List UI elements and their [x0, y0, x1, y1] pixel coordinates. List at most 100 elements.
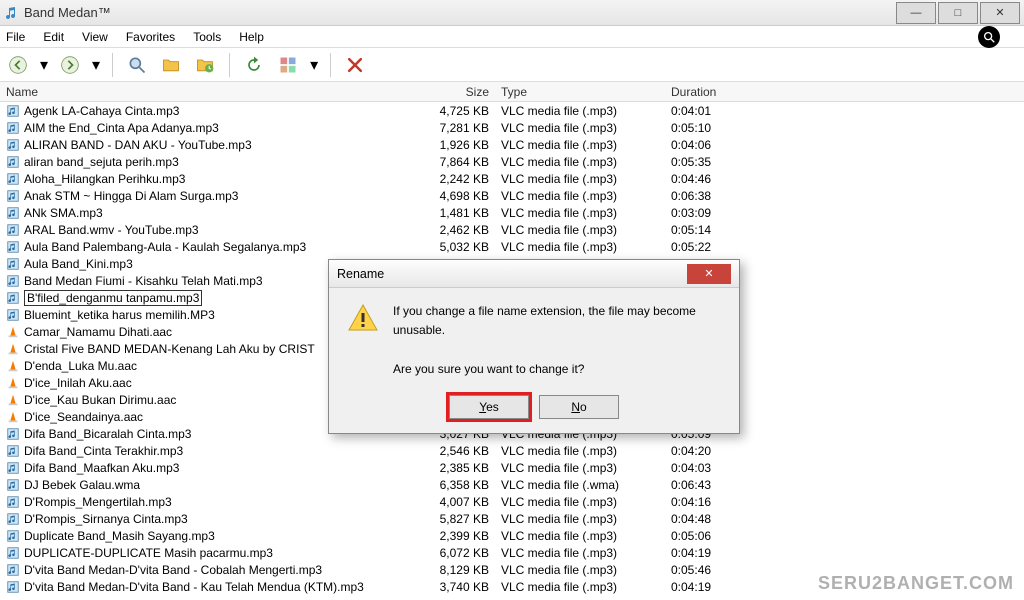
file-row[interactable]: DUPLICATE-DUPLICATE Masih pacarmu.mp36,0… [0, 544, 1024, 561]
vlc-cone-icon [6, 393, 20, 407]
vlc-cone-icon [6, 410, 20, 424]
file-duration: 0:04:03 [665, 461, 785, 475]
music-file-icon [6, 223, 20, 237]
col-name[interactable]: Name [0, 85, 420, 99]
file-duration: 0:04:01 [665, 104, 785, 118]
file-type: VLC media file (.mp3) [495, 223, 665, 237]
file-type: VLC media file (.mp3) [495, 172, 665, 186]
history-icon[interactable] [193, 53, 217, 77]
file-size: 2,242 KB [420, 172, 495, 186]
search-orb-icon[interactable] [978, 26, 1000, 48]
music-file-icon [6, 155, 20, 169]
file-name: Difa Band_Bicaralah Cinta.mp3 [24, 427, 191, 441]
file-name: Difa Band_Cinta Terakhir.mp3 [24, 444, 183, 458]
separator [229, 53, 230, 77]
file-row[interactable]: Aula Band Palembang-Aula - Kaulah Segala… [0, 238, 1024, 255]
separator [112, 53, 113, 77]
file-row[interactable]: ALIRAN BAND - DAN AKU - YouTube.mp31,926… [0, 136, 1024, 153]
file-size: 1,481 KB [420, 206, 495, 220]
file-name: aliran band_sejuta perih.mp3 [24, 155, 179, 169]
search-icon[interactable] [125, 53, 149, 77]
col-type[interactable]: Type [495, 85, 665, 99]
music-file-icon [6, 121, 20, 135]
file-size: 4,698 KB [420, 189, 495, 203]
no-button[interactable]: No [539, 395, 619, 419]
menu-file[interactable]: File [6, 30, 25, 44]
file-size: 7,864 KB [420, 155, 495, 169]
file-name: Band Medan Fiumi - Kisahku Telah Mati.mp… [24, 274, 263, 288]
dialog-close-button[interactable]: ✕ [687, 264, 731, 284]
menu-help[interactable]: Help [239, 30, 264, 44]
file-type: VLC media file (.wma) [495, 478, 665, 492]
vlc-cone-icon [6, 359, 20, 373]
file-row[interactable]: Duplicate Band_Masih Sayang.mp32,399 KBV… [0, 527, 1024, 544]
music-file-icon [6, 563, 20, 577]
forward-button[interactable] [58, 53, 82, 77]
music-file-icon [6, 206, 20, 220]
file-row[interactable]: D'Rompis_Mengertilah.mp34,007 KBVLC medi… [0, 493, 1024, 510]
file-row[interactable]: ANk SMA.mp31,481 KBVLC media file (.mp3)… [0, 204, 1024, 221]
delete-icon[interactable] [343, 53, 367, 77]
file-row[interactable]: DJ Bebek Galau.wma6,358 KBVLC media file… [0, 476, 1024, 493]
music-file-icon [6, 104, 20, 118]
vlc-cone-icon [6, 342, 20, 356]
file-duration: 0:05:06 [665, 529, 785, 543]
file-row[interactable]: Aloha_Hilangkan Perihku.mp32,242 KBVLC m… [0, 170, 1024, 187]
vlc-cone-icon [6, 376, 20, 390]
toolbar: ▾ ▾ ▾ [0, 48, 1024, 82]
menu-favorites[interactable]: Favorites [126, 30, 175, 44]
col-duration[interactable]: Duration [665, 85, 785, 99]
col-size[interactable]: Size [420, 85, 495, 99]
menubar: File Edit View Favorites Tools Help [0, 26, 1024, 48]
file-duration: 0:06:38 [665, 189, 785, 203]
file-type: VLC media file (.mp3) [495, 461, 665, 475]
file-size: 7,281 KB [420, 121, 495, 135]
file-duration: 0:05:10 [665, 121, 785, 135]
views-icon[interactable] [276, 53, 300, 77]
maximize-button[interactable] [938, 2, 978, 24]
file-size: 4,725 KB [420, 104, 495, 118]
file-row[interactable]: Difa Band_Maafkan Aku.mp32,385 KBVLC med… [0, 459, 1024, 476]
music-file-icon [6, 172, 20, 186]
file-type: VLC media file (.mp3) [495, 206, 665, 220]
back-button[interactable] [6, 53, 30, 77]
folders-icon[interactable] [159, 53, 183, 77]
dialog-titlebar[interactable]: Rename ✕ [329, 260, 739, 288]
file-row[interactable]: aliran band_sejuta perih.mp37,864 KBVLC … [0, 153, 1024, 170]
file-row[interactable]: Difa Band_Cinta Terakhir.mp32,546 KBVLC … [0, 442, 1024, 459]
file-type: VLC media file (.mp3) [495, 138, 665, 152]
music-file-icon [6, 546, 20, 560]
file-name: Cristal Five BAND MEDAN-Kenang Lah Aku b… [24, 342, 315, 356]
close-button[interactable] [980, 2, 1020, 24]
file-row[interactable]: AIM the End_Cinta Apa Adanya.mp37,281 KB… [0, 119, 1024, 136]
file-name: D'Rompis_Mengertilah.mp3 [24, 495, 172, 509]
menu-view[interactable]: View [82, 30, 108, 44]
yes-button[interactable]: Yes [449, 395, 529, 419]
file-duration: 0:04:19 [665, 546, 785, 560]
file-duration: 0:04:19 [665, 580, 785, 594]
dialog-line1: If you change a file name extension, the… [393, 302, 721, 340]
minimize-button[interactable] [896, 2, 936, 24]
rename-input[interactable]: B'filed_denganmu tanpamu.mp3 [24, 290, 202, 306]
file-name: D'Rompis_Sirnanya Cinta.mp3 [24, 512, 188, 526]
file-row[interactable]: ARAL Band.wmv - YouTube.mp32,462 KBVLC m… [0, 221, 1024, 238]
file-size: 3,740 KB [420, 580, 495, 594]
file-duration: 0:04:48 [665, 512, 785, 526]
file-type: VLC media file (.mp3) [495, 121, 665, 135]
file-type: VLC media file (.mp3) [495, 546, 665, 560]
file-size: 8,129 KB [420, 563, 495, 577]
file-name: D'enda_Luka Mu.aac [24, 359, 137, 373]
file-duration: 0:04:46 [665, 172, 785, 186]
music-file-icon [6, 189, 20, 203]
file-name: D'ice_Seandainya.aac [24, 410, 143, 424]
dialog-title: Rename [337, 267, 384, 281]
menu-tools[interactable]: Tools [193, 30, 221, 44]
window-title: Band Medan™ [24, 5, 894, 20]
file-row[interactable]: D'Rompis_Sirnanya Cinta.mp35,827 KBVLC m… [0, 510, 1024, 527]
separator [330, 53, 331, 77]
file-duration: 0:05:14 [665, 223, 785, 237]
file-row[interactable]: Anak STM ~ Hingga Di Alam Surga.mp34,698… [0, 187, 1024, 204]
refresh-icon[interactable] [242, 53, 266, 77]
menu-edit[interactable]: Edit [43, 30, 64, 44]
file-row[interactable]: Agenk LA-Cahaya Cinta.mp34,725 KBVLC med… [0, 102, 1024, 119]
